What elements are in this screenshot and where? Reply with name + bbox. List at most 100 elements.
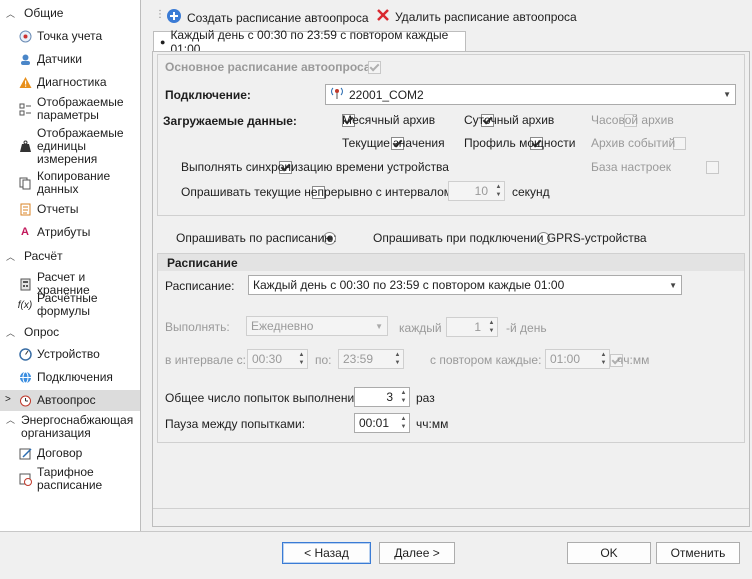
next-button[interactable]: Далее > [379, 542, 455, 564]
chevron-up-icon: ︿ [6, 8, 16, 19]
current-values-label: Текущие значения [342, 136, 445, 150]
radio-poll-gprs-label: Опрашивать при подключении GPRS-устройст… [373, 231, 647, 245]
delete-icon [376, 8, 390, 25]
spinner-icon: ▲ ▼ [400, 390, 407, 404]
sidebar-item-copy-data[interactable]: Копирование данных [18, 170, 140, 196]
interval-input[interactable]: 10 ▲ ▼ [448, 181, 505, 201]
interval-from-label: в интервале с: [165, 353, 247, 367]
spinner-icon: ▲ ▼ [495, 184, 502, 198]
pause-input[interactable]: 00:01 ▲ ▼ [354, 413, 410, 433]
spinner-icon: ▲ ▼ [394, 352, 401, 366]
every-input[interactable]: 1 ▲ ▼ [446, 317, 498, 337]
schedule-section-header [158, 254, 744, 271]
attempts-input[interactable]: 3 ▲ ▼ [354, 387, 410, 407]
sidebar-item-tariff[interactable]: Тарифное расписание [18, 466, 140, 492]
monthly-archive-label: Месячный архив [342, 113, 436, 127]
main-schedule-label: Основное расписание автоопроса: [165, 60, 375, 74]
sidebar-group-poll[interactable]: ︿ Опрос [6, 325, 59, 339]
device-icon [18, 347, 32, 361]
to-time-input[interactable]: 23:59 ▲ ▼ [338, 349, 404, 369]
ok-button[interactable]: OK [567, 542, 651, 564]
footer-divider [0, 531, 752, 532]
create-schedule-button[interactable]: Создать расписание автоопроса [166, 8, 369, 27]
execute-select[interactable]: Ежедневно ▼ [246, 316, 388, 336]
to-label: по: [315, 353, 332, 367]
pause-unit-label: чч:мм [416, 417, 449, 431]
delete-schedule-button[interactable]: Удалить расписание автоопроса [376, 8, 577, 25]
spinner-icon: ▲ ▼ [600, 352, 607, 366]
chevron-right-icon: > [5, 394, 11, 405]
sidebar-group-calc[interactable]: ︿ Расчёт [6, 249, 63, 263]
dropdown-arrow-icon: ▼ [375, 322, 383, 331]
execute-label: Выполнять: [165, 320, 230, 334]
antenna-icon [330, 86, 344, 103]
sidebar-group-energy-org[interactable]: ︿ Энергоснабжающая организация [6, 414, 134, 440]
pause-label: Пауза между попытками: [165, 417, 306, 431]
tariff-schedule-icon [18, 472, 32, 486]
sidebar-item-formulas[interactable]: f(x) Расчётные формулы [18, 292, 140, 318]
sidebar-item-device[interactable]: Устройство [18, 347, 140, 361]
toolbar-grip: ⋮ [155, 9, 165, 20]
schedule-label: Расписание: [165, 279, 235, 293]
chevron-up-icon: ︿ [6, 415, 16, 425]
dropdown-arrow-icon: ▼ [669, 281, 677, 290]
seconds-label: секунд [512, 185, 550, 199]
sidebar-item-sensors[interactable]: Датчики [18, 52, 140, 66]
hourly-archive-label: Часовой архив [591, 113, 674, 127]
status-strip [153, 508, 749, 527]
repeat-unit-label: чч:мм [617, 353, 650, 367]
sensor-icon [18, 52, 32, 66]
times-label: раз [416, 391, 435, 405]
sidebar-item-meter-point[interactable]: Точка учета [18, 29, 140, 43]
sidebar-item-reports[interactable]: Отчеты [18, 202, 140, 216]
weight-icon [18, 139, 32, 153]
alarm-clock-icon [18, 394, 32, 408]
day-suffix-label: -й день [506, 321, 547, 335]
sidebar-item-diagnostics[interactable]: Диагностика [18, 75, 140, 89]
every-label: каждый [399, 321, 442, 335]
settings-base-checkbox[interactable] [705, 161, 719, 175]
spinner-icon: ▲ ▼ [488, 320, 495, 334]
main-schedule-checkbox[interactable] [368, 61, 381, 75]
sidebar-item-connections[interactable]: Подключения [18, 370, 140, 384]
add-icon [166, 8, 182, 27]
sidebar-item-display-units[interactable]: Отображаемые единицы измерения [18, 126, 140, 166]
formula-icon: f(x) [17, 299, 33, 311]
contract-icon [18, 446, 32, 460]
tab-schedule[interactable]: ● Каждый день с 00:30 по 23:59 с повторо… [153, 28, 466, 56]
daily-archive-label: Суточный архив [464, 113, 555, 127]
sidebar-item-contract[interactable]: Договор [18, 446, 140, 460]
attempts-label: Общее число попыток выполнения: [165, 391, 365, 405]
attribute-icon: A [21, 225, 29, 238]
dropdown-arrow-icon: ▼ [723, 90, 731, 99]
sidebar-item-attributes[interactable]: A Атрибуты [18, 225, 140, 239]
schedule-section-title: Расписание [167, 256, 238, 270]
warning-icon [18, 75, 32, 89]
globe-icon [18, 370, 32, 384]
meter-point-icon [18, 29, 32, 43]
radio-poll-schedule-label: Опрашивать по расписанию: [176, 231, 337, 245]
sidebar-item-display-params[interactable]: Отображаемые параметры [18, 96, 140, 122]
repeat-time-input[interactable]: 01:00 ▲ ▼ [545, 349, 610, 369]
chevron-up-icon: ︿ [6, 251, 16, 262]
spinner-icon: ▲ ▼ [400, 416, 407, 430]
sidebar-group-general[interactable]: ︿ Общие [6, 6, 63, 20]
settings-base-label: База настроек [591, 160, 671, 174]
chevron-up-icon: ︿ [6, 327, 16, 338]
cancel-button[interactable]: Отменить [656, 542, 740, 564]
schedule-select[interactable]: Каждый день с 00:30 по 23:59 с повтором … [248, 275, 682, 295]
poll-continuous-label: Опрашивать текущие непрерывно с интервал… [181, 185, 453, 199]
repeat-label: с повтором каждые: [430, 353, 542, 367]
calculator-icon [18, 277, 32, 291]
report-icon [18, 202, 32, 216]
back-button[interactable]: < Назад [282, 542, 371, 564]
events-archive-label: Архив событий [591, 136, 676, 150]
sync-time-label: Выполнять синхронизацию времени устройст… [181, 160, 449, 174]
loaded-data-label: Загружаемые данные: [163, 114, 297, 128]
bullet-icon: ● [160, 36, 166, 47]
connection-select[interactable]: 22001_COM2 ▼ [325, 84, 736, 105]
spinner-icon: ▲ ▼ [298, 352, 305, 366]
from-time-input[interactable]: 00:30 ▲ ▼ [247, 349, 308, 369]
sidebar-item-auto-poll[interactable]: > Автоопрос [0, 390, 140, 411]
sidebar: ︿ Общие Точка учета Датчики Диагностика О… [0, 0, 141, 531]
